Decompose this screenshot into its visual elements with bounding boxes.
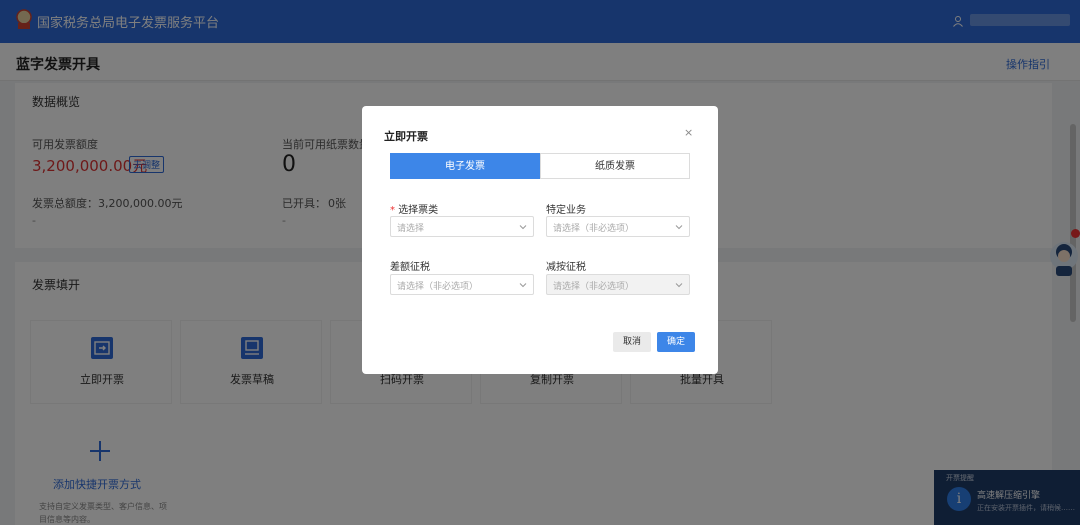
- required-mark: *: [390, 205, 399, 216]
- reduced-tax-placeholder: 请选择（非必选项）: [553, 282, 635, 292]
- chevron-down-icon: [675, 225, 683, 230]
- chevron-down-icon: [519, 225, 527, 230]
- diff-tax-select[interactable]: 请选择（非必选项）: [390, 274, 534, 295]
- diff-tax-placeholder: 请选择（非必选项）: [397, 282, 479, 292]
- special-business-label: 特定业务: [546, 205, 586, 216]
- reduced-tax-select: 请选择（非必选项）: [546, 274, 690, 295]
- special-business-select[interactable]: 请选择（非必选项）: [546, 216, 690, 237]
- invoice-type-placeholder: 请选择: [397, 224, 425, 234]
- cancel-button[interactable]: 取消: [613, 332, 651, 352]
- confirm-button[interactable]: 确定: [657, 332, 695, 352]
- reduced-tax-label: 减按征税: [546, 262, 586, 273]
- chevron-down-icon: [675, 283, 683, 288]
- issue-invoice-dialog: 立即开票 × 电子发票 纸质发票 * 选择票类 请选择 特定业务 请选择（非必选…: [362, 106, 718, 374]
- special-business-placeholder: 请选择（非必选项）: [553, 224, 635, 234]
- tab-paper-invoice[interactable]: 纸质发票: [540, 153, 690, 179]
- invoice-type-select[interactable]: 请选择: [390, 216, 534, 237]
- tab-electronic-invoice[interactable]: 电子发票: [390, 153, 540, 179]
- close-icon[interactable]: ×: [684, 126, 693, 139]
- invoice-type-label-text: 选择票类: [398, 205, 439, 216]
- invoice-type-label: * 选择票类: [390, 201, 438, 216]
- diff-tax-label: 差额征税: [390, 262, 430, 273]
- chevron-down-icon: [519, 283, 527, 288]
- dialog-title: 立即开票: [384, 130, 428, 143]
